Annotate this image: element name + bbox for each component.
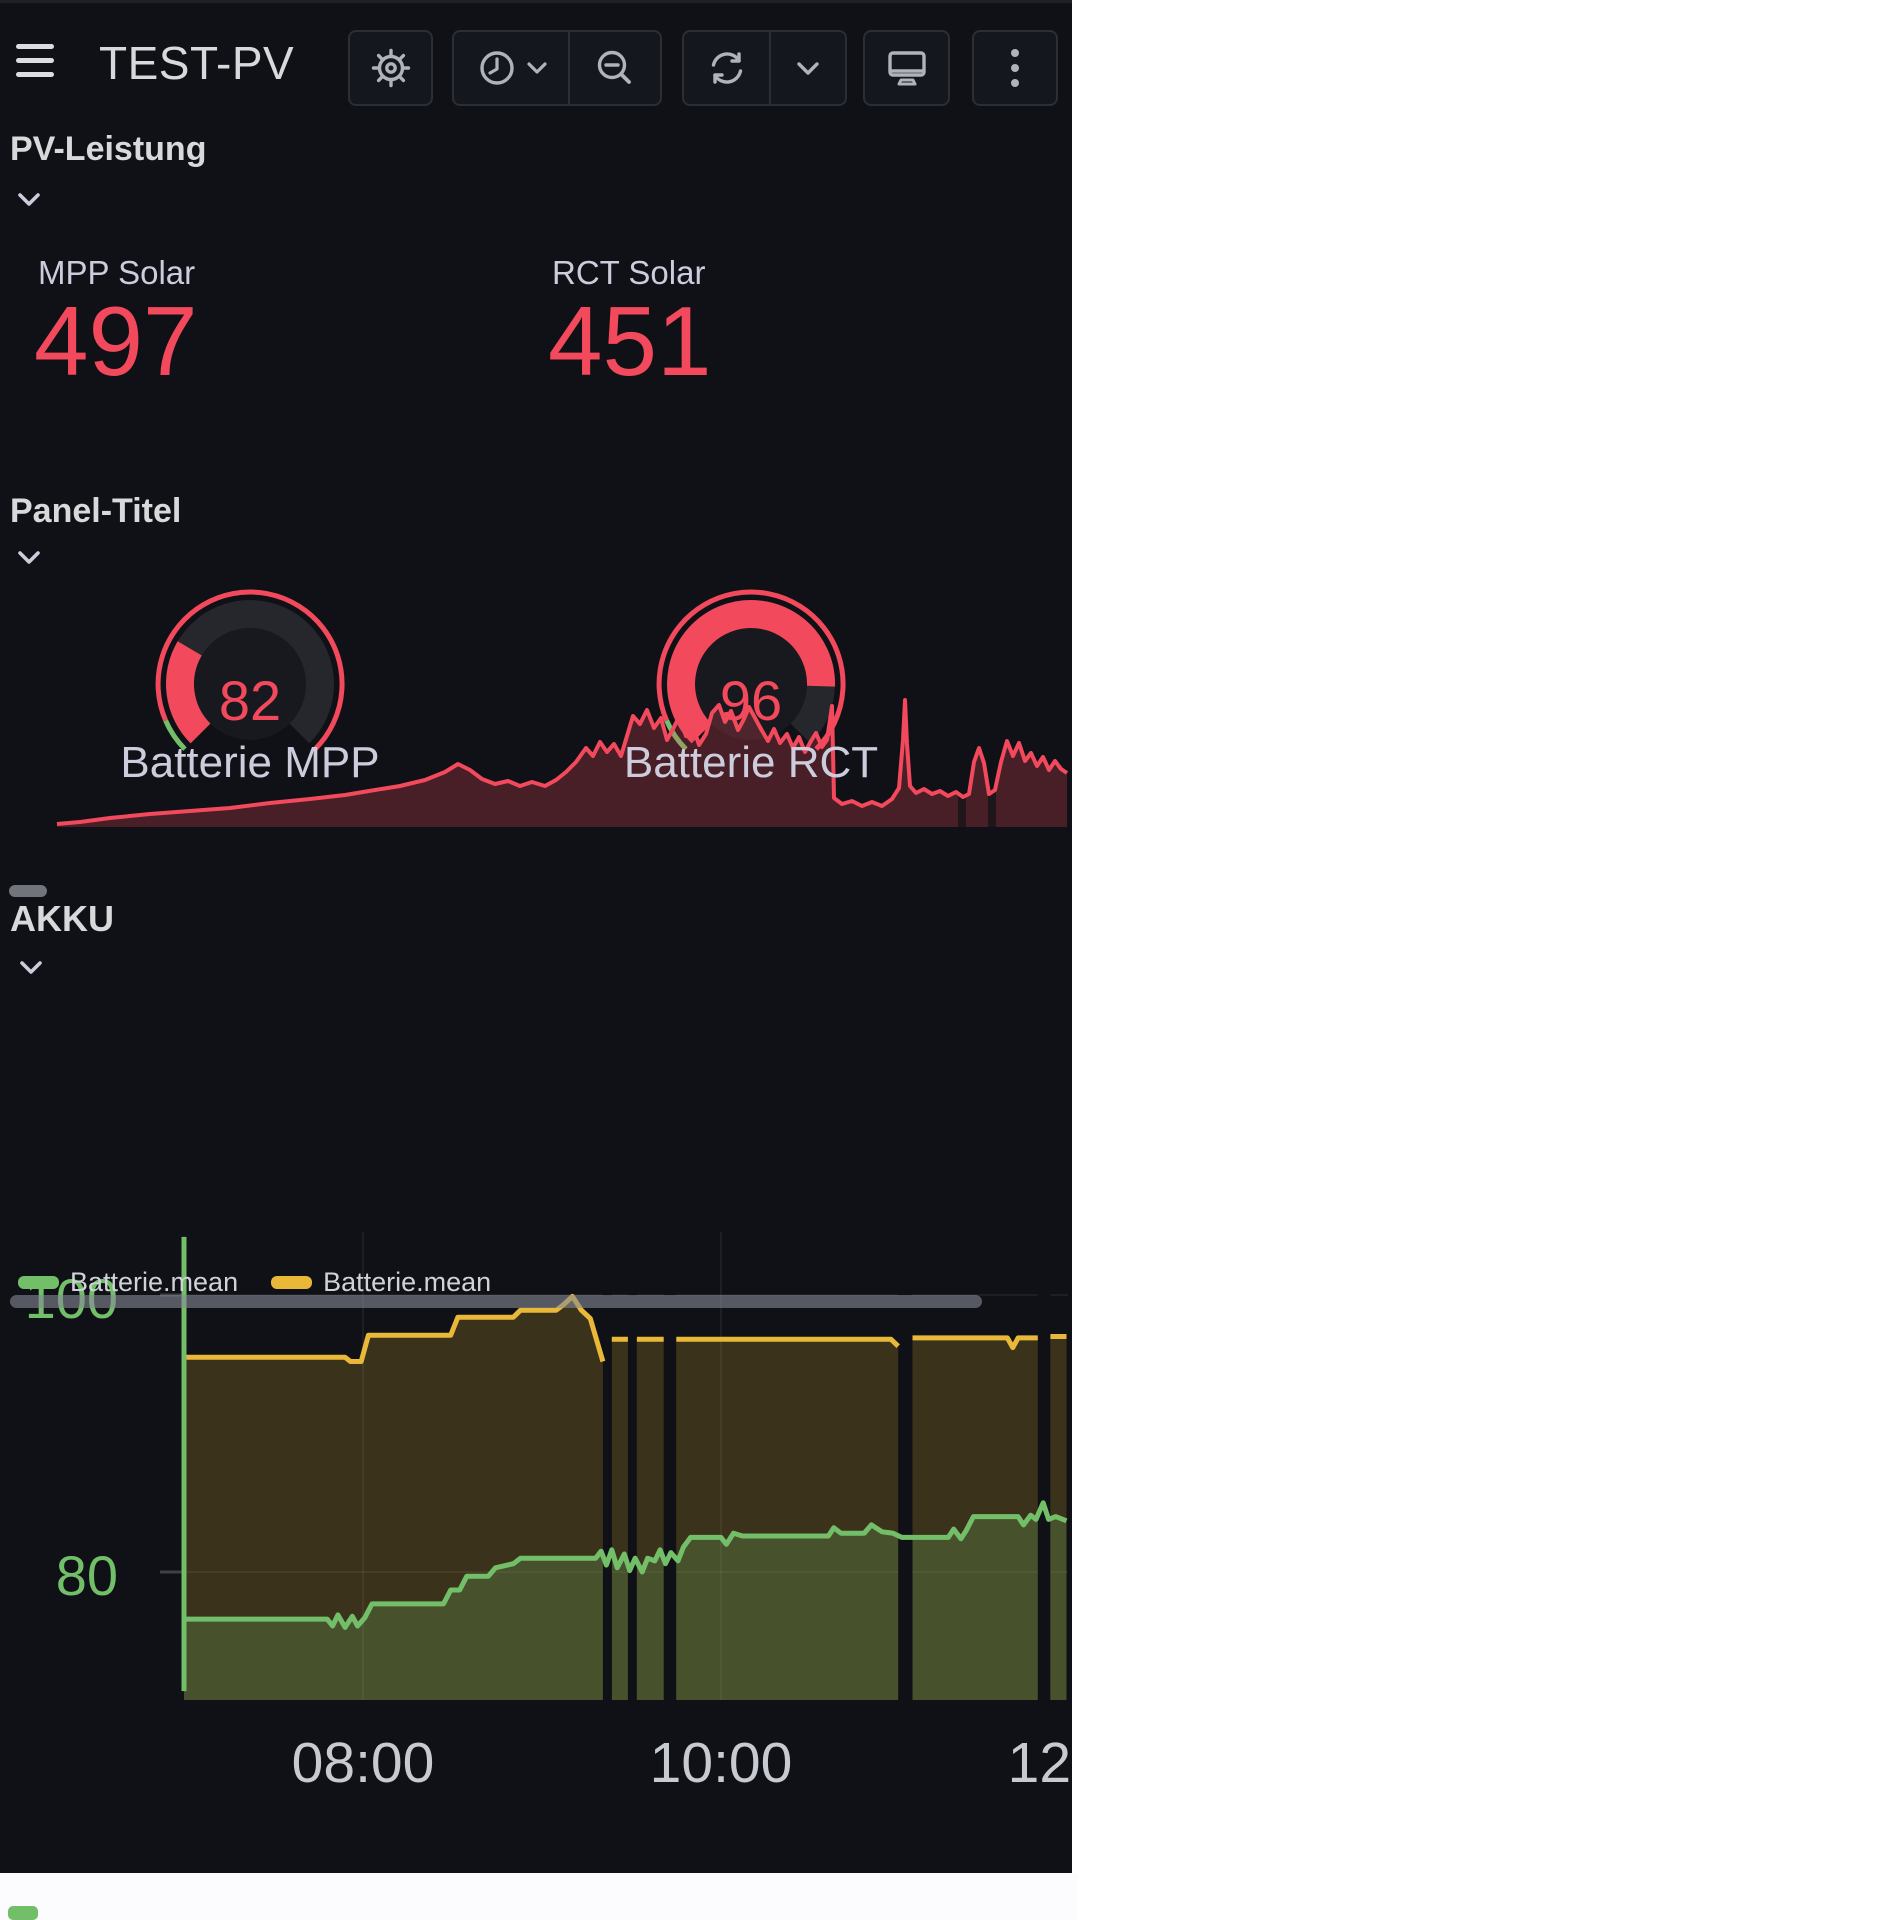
screenshot-stage: TEST-PV [0, 0, 1882, 1920]
row-drag-handle[interactable] [9, 885, 47, 897]
time-range-button[interactable] [454, 32, 568, 104]
menu-icon[interactable] [16, 44, 56, 82]
chevron-down-icon [526, 60, 548, 76]
kebab-menu-icon [1008, 44, 1022, 92]
gauge-title: Batterie RCT [601, 738, 901, 788]
stat-value: 497 [34, 292, 198, 390]
row-title-akku[interactable]: AKKU [10, 898, 114, 940]
stat-value: 451 [548, 292, 712, 390]
zoom-out-icon [592, 45, 638, 91]
time-range-group [452, 30, 662, 106]
y-axis-tick-80: 80 [8, 1543, 118, 1608]
green-indicator-sliver [8, 1906, 38, 1920]
legend-series-label[interactable]: Batterie.mean [323, 1267, 491, 1298]
gauge-value: 96 [691, 668, 811, 733]
tv-mode-button[interactable] [863, 30, 950, 106]
row-title-pv-leistung[interactable]: PV-Leistung [10, 130, 206, 169]
x-axis-tick: 08:00 [278, 1730, 448, 1796]
legend-series-dash-yellow[interactable] [271, 1276, 312, 1289]
settings-gear-icon [370, 47, 412, 89]
x-axis-tick: 10:00 [636, 1730, 806, 1796]
horizontal-scrollbar-thumb[interactable] [10, 1295, 982, 1308]
dashboard-content: TEST-PV [0, 0, 1072, 1873]
x-axis-tick: 12:00 [994, 1730, 1072, 1796]
settings-button[interactable] [348, 30, 433, 106]
chevron-down-icon[interactable] [16, 190, 42, 208]
dashboard-title: TEST-PV [99, 36, 294, 90]
bottom-strip [0, 1873, 1078, 1920]
kebab-menu-button[interactable] [972, 30, 1058, 106]
refresh-button[interactable] [684, 32, 769, 104]
gauge-title: Batterie MPP [100, 738, 400, 788]
refresh-interval-button[interactable] [769, 32, 845, 104]
chevron-down-icon[interactable] [18, 958, 44, 976]
tv-mode-monitor-icon [883, 46, 931, 90]
zoom-out-button[interactable] [568, 32, 660, 104]
menu-bar [16, 72, 54, 77]
refresh-icon [704, 45, 750, 91]
menu-bar [16, 44, 54, 49]
time-range-clock-icon [474, 45, 520, 91]
chevron-down-icon [795, 59, 821, 77]
row-title-panel-titel[interactable]: Panel-Titel [10, 492, 181, 531]
gauge-value: 82 [190, 668, 310, 733]
pv-sparkline-chart [0, 560, 1072, 880]
top-divider [0, 0, 1072, 3]
menu-bar [16, 58, 54, 63]
legend-series-dash-green[interactable] [18, 1276, 59, 1289]
refresh-group [682, 30, 847, 106]
legend-series-label[interactable]: Batterie.mean [70, 1267, 238, 1298]
